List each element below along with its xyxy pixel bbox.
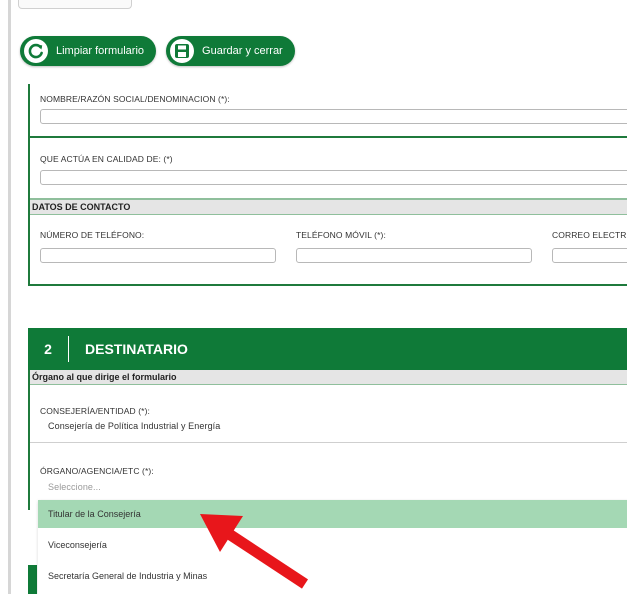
save-icon [170,39,195,63]
contact-header: DATOS DE CONTACTO [30,198,627,215]
section-number: 2 [44,341,52,357]
mobile-label: TELÉFONO MÓVIL (*): [296,230,386,240]
dropdown-option-titular[interactable]: Titular de la Consejería [38,500,627,528]
applicant-section: NOMBRE/RAZÓN SOCIAL/DENOMINACION (*): QU… [28,84,627,286]
window-left-edge [0,0,14,594]
recipient-section-header: 2 DESTINATARIO [28,328,627,370]
dropdown-option-secretaria[interactable]: Secretaría General de Industria y Minas [38,562,627,590]
clear-form-button[interactable]: Limpiar formulario [20,36,157,66]
next-section-strip [28,565,37,594]
save-close-label: Guardar y cerrar [202,45,283,57]
quality-input[interactable] [40,170,627,185]
save-close-button[interactable]: Guardar y cerrar [166,36,295,66]
section-title: DESTINATARIO [85,341,188,357]
left-border-line [8,0,11,594]
dropdown-option-viceconsejeria[interactable]: Viceconsejería [38,531,627,559]
phone-label: NÚMERO DE TELÉFONO: [40,230,145,240]
organo-label: ÓRGANO/AGENCIA/ETC (*): [40,466,154,476]
header-separator [68,336,69,362]
divider [30,136,627,138]
email-label: CORREO ELECTR [552,230,627,240]
email-input[interactable] [552,248,627,263]
organo-select[interactable]: Seleccione... [48,482,101,492]
mobile-input[interactable] [296,248,532,263]
organ-subhead: Órgano al que dirige el formulario [30,370,627,385]
organo-dropdown-list: Titular de la Consejería Viceconsejería … [38,500,627,594]
quality-label: QUE ACTÚA EN CALIDAD DE: (*) [40,154,173,164]
consejeria-label: CONSEJERÍA/ENTIDAD (*): [40,406,150,416]
top-tab-fragment [18,0,132,9]
recipient-section: Órgano al que dirige el formulario CONSE… [28,370,627,510]
phone-input[interactable] [40,248,276,263]
divider [30,442,627,443]
name-input[interactable] [40,109,627,124]
refresh-icon [24,39,48,63]
consejeria-value[interactable]: Consejería de Política Industrial y Ener… [48,421,220,431]
name-label: NOMBRE/RAZÓN SOCIAL/DENOMINACION (*): [40,94,230,104]
toolbar: Limpiar formulario Guardar y cerrar [20,36,295,66]
clear-form-label: Limpiar formulario [56,45,145,57]
